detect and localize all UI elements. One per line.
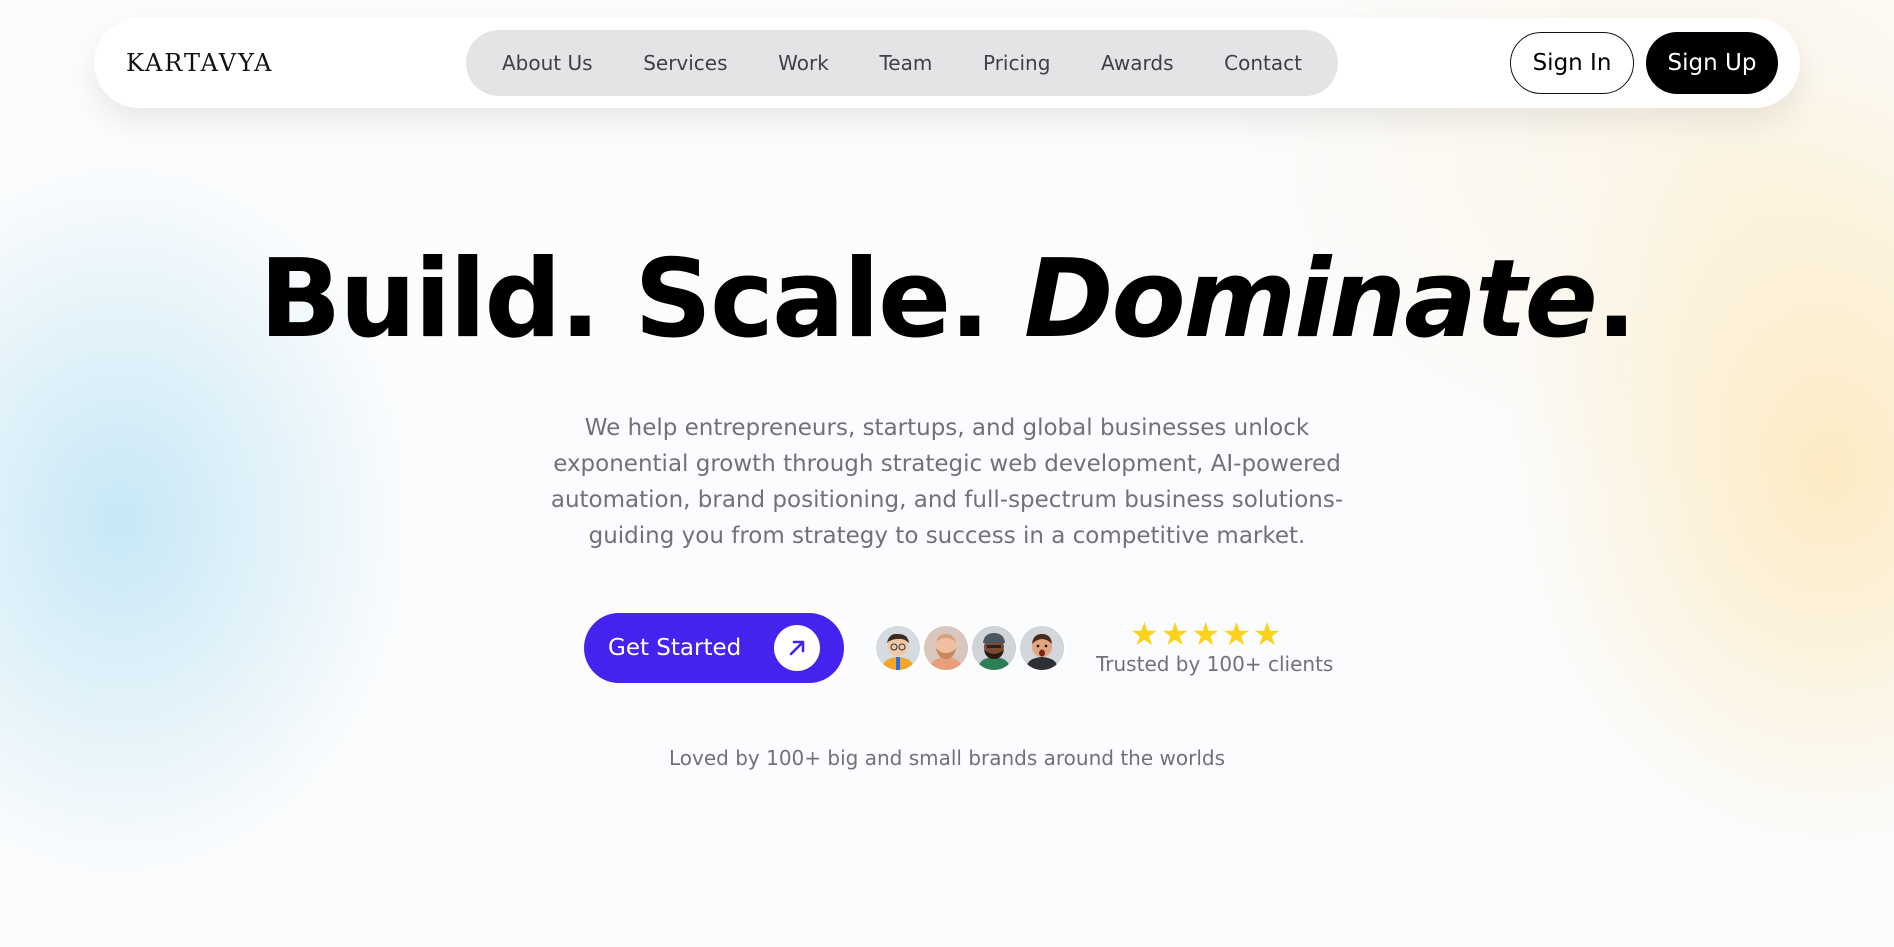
get-started-label: Get Started (608, 635, 742, 661)
star-icon: ★ (1222, 615, 1251, 653)
rating-stars: ★ ★ ★ ★ ★ (1130, 616, 1281, 652)
hero-title-italic: Dominate (1023, 237, 1598, 362)
sign-up-button[interactable]: Sign Up (1646, 32, 1778, 94)
arrow-up-right-icon (774, 625, 820, 671)
star-icon: ★ (1252, 615, 1282, 653)
get-started-button[interactable]: Get Started (584, 613, 844, 683)
nav-link-contact[interactable]: Contact (1224, 51, 1302, 75)
hero-subtitle: We help entrepreneurs, startups, and glo… (550, 415, 1344, 549)
nav-link-awards[interactable]: Awards (1101, 51, 1173, 75)
loved-by-text: Loved by 100+ big and small brands aroun… (669, 746, 1225, 770)
nav-link-team[interactable]: Team (879, 51, 932, 75)
nav-link-services[interactable]: Services (643, 51, 727, 75)
trusted-text: Trusted by 100+ clients (1096, 652, 1334, 676)
star-icon: ★ (1160, 615, 1190, 653)
logo[interactable]: KARTAVYA (126, 18, 273, 108)
avatar-man-beard (922, 624, 970, 672)
avatar-man-shocked (1018, 624, 1066, 672)
sign-in-button[interactable]: Sign In (1510, 32, 1634, 94)
nav-link-pricing[interactable]: Pricing (983, 51, 1050, 75)
star-icon: ★ (1130, 615, 1159, 653)
hero-title-period: . (1595, 237, 1637, 362)
nav-link-about-us[interactable]: About Us (502, 51, 593, 75)
nav-link-work[interactable]: Work (778, 51, 829, 75)
nav-menu: About Us Services Work Team Pricing Awar… (466, 30, 1338, 96)
hero-title: Build. Scale. Dominate. (0, 235, 1894, 365)
hero-title-plain: Build. Scale. (259, 237, 990, 362)
avatar-man-glasses (874, 624, 922, 672)
star-icon: ★ (1191, 615, 1221, 653)
navbar: KARTAVYA About Us Services Work Team Pri… (94, 18, 1800, 108)
avatar-man-hat (970, 624, 1018, 672)
